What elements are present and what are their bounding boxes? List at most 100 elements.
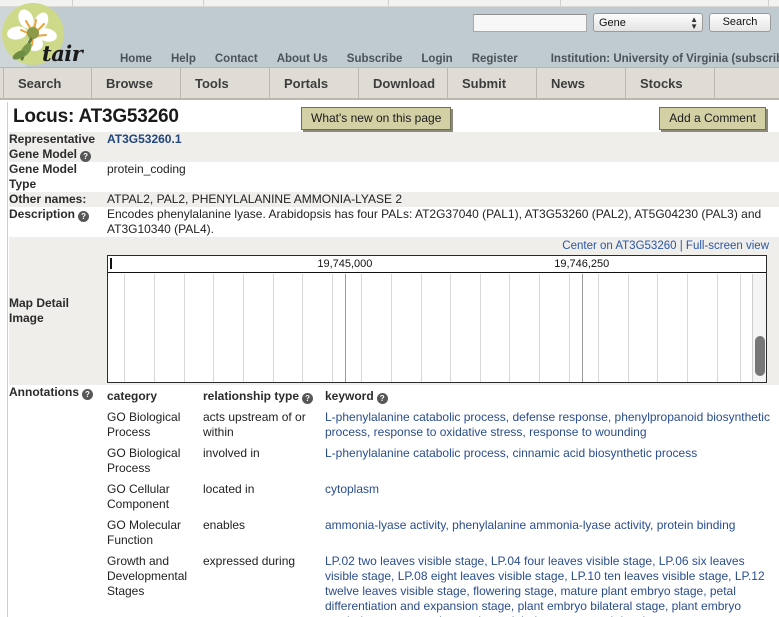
table-row: GO Molecular Function enables ammonia-ly… bbox=[107, 516, 779, 552]
ruler-tick-label: 19,746,250 bbox=[554, 257, 609, 272]
help-icon[interactable]: ? bbox=[377, 393, 388, 404]
search-button[interactable]: Search bbox=[709, 13, 771, 32]
row-other-names: Other names: ATPAL2, PAL2, PHENYLALANINE… bbox=[9, 192, 779, 207]
annotation-category: GO Molecular Function bbox=[107, 516, 203, 552]
nav-link-help[interactable]: Help bbox=[171, 53, 196, 65]
nav-link-subscribe[interactable]: Subscribe bbox=[347, 53, 403, 65]
gene-model-type-label: Gene Model Type bbox=[9, 162, 77, 191]
annotation-keyword[interactable]: L-phenylalanine catabolic process, cinna… bbox=[325, 444, 779, 480]
help-icon[interactable]: ? bbox=[82, 389, 93, 400]
institution-note: Institution: University of Virginia (sub… bbox=[551, 53, 779, 65]
nav-link-home[interactable]: Home bbox=[120, 53, 152, 65]
annotations-table: category relationship type? keyword? GO … bbox=[107, 387, 779, 617]
map-links-row: Center on AT3G53260 | Full-screen view bbox=[107, 237, 779, 255]
logo-wordmark: tair bbox=[42, 41, 82, 66]
other-names-label: Other names: bbox=[9, 192, 86, 206]
map-vertical-scrollbar[interactable] bbox=[752, 274, 766, 382]
annotation-relationship: expressed during bbox=[203, 552, 325, 617]
top-nav: Home Help Contact About Us Subscribe Log… bbox=[120, 53, 779, 65]
annotation-relationship: located in bbox=[203, 480, 325, 516]
gene-model-type-value-cell: protein_coding bbox=[107, 162, 779, 192]
nav-link-register[interactable]: Register bbox=[472, 53, 518, 65]
add-comment-button[interactable]: Add a Comment bbox=[659, 107, 766, 130]
nav-link-login[interactable]: Login bbox=[421, 53, 452, 65]
annotation-category: GO Biological Process bbox=[107, 408, 203, 444]
column-header-keyword-label: keyword bbox=[325, 389, 374, 403]
annotation-keyword[interactable]: L-phenylalanine catabolic process, defen… bbox=[325, 408, 779, 444]
tab-search[interactable]: Search bbox=[3, 68, 92, 99]
page-body: Locus: AT3G53260 What's new on this page… bbox=[0, 102, 779, 617]
annotations-value-cell: category relationship type? keyword? GO … bbox=[107, 385, 779, 617]
chevron-updown-icon: ▲▼ bbox=[690, 16, 698, 30]
table-row: Growth and Developmental Stages expresse… bbox=[107, 552, 779, 617]
tab-stocks[interactable]: Stocks bbox=[626, 68, 715, 99]
annotation-category: GO Biological Process bbox=[107, 444, 203, 480]
description-label: Description bbox=[9, 207, 75, 221]
chrome-seam bbox=[768, 0, 769, 7]
map-links-separator: | bbox=[680, 240, 683, 252]
column-header-relationship: relationship type? bbox=[203, 387, 325, 408]
map-ruler: 19,745,000 19,746,250 bbox=[108, 256, 766, 273]
help-icon[interactable]: ? bbox=[302, 393, 313, 404]
fullscreen-view-link[interactable]: Full-screen view bbox=[686, 240, 769, 252]
locus-info-table: Representative Gene Model? AT3G53260.1 G… bbox=[9, 132, 779, 617]
search-type-selected-value: Gene bbox=[599, 17, 626, 29]
chrome-seam bbox=[203, 0, 204, 7]
row-description: Description? Encodes phenylalanine lyase… bbox=[9, 207, 779, 237]
tab-submit[interactable]: Submit bbox=[448, 68, 537, 99]
column-header-relationship-label: relationship type bbox=[203, 389, 299, 403]
ruler-tick-label: 19,745,000 bbox=[317, 257, 372, 272]
map-detail-value-cell: Center on AT3G53260 | Full-screen view 1… bbox=[107, 237, 779, 385]
annotation-relationship: involved in bbox=[203, 444, 325, 480]
tab-browse[interactable]: Browse bbox=[92, 68, 181, 99]
table-row: GO Cellular Component located in cytopla… bbox=[107, 480, 779, 516]
representative-gene-model-value-cell: AT3G53260.1 bbox=[107, 132, 779, 162]
column-header-keyword: keyword? bbox=[325, 387, 779, 408]
search-input[interactable] bbox=[473, 14, 587, 32]
gene-model-type-value: protein_coding bbox=[107, 162, 186, 176]
gene-model-link[interactable]: AT3G53260.1 bbox=[107, 132, 182, 146]
site-header: tair Gene ▲▼ Search Home Help Contact Ab… bbox=[0, 7, 779, 67]
main-tabbar: Search Browse Tools Portals Download Sub… bbox=[0, 67, 779, 100]
tab-tools[interactable]: Tools bbox=[181, 68, 270, 99]
table-row: GO Biological Process acts upstream of o… bbox=[107, 408, 779, 444]
chrome-seam bbox=[560, 0, 561, 7]
row-representative-gene-model: Representative Gene Model? AT3G53260.1 bbox=[9, 132, 779, 162]
annotation-relationship: enables bbox=[203, 516, 325, 552]
site-search-group: Gene ▲▼ Search bbox=[473, 13, 771, 32]
row-annotations: Annotations? category relationship type?… bbox=[9, 385, 779, 617]
nav-link-contact[interactable]: Contact bbox=[215, 53, 258, 65]
annotation-keyword[interactable]: ammonia-lyase activity, phenylalanine am… bbox=[325, 516, 779, 552]
description-label-cell: Description? bbox=[9, 207, 107, 237]
annotations-header-row: category relationship type? keyword? bbox=[107, 387, 779, 408]
ruler-edge-tick-icon bbox=[110, 258, 112, 269]
annotations-label: Annotations bbox=[9, 385, 79, 399]
column-header-category: category bbox=[107, 387, 203, 408]
tab-portals[interactable]: Portals bbox=[270, 68, 359, 99]
annotation-category: Growth and Developmental Stages bbox=[107, 552, 203, 617]
page-title: Locus: AT3G53260 bbox=[13, 106, 179, 128]
map-gridlines bbox=[108, 274, 766, 382]
chrome-seam bbox=[72, 0, 73, 7]
tab-news[interactable]: News bbox=[537, 68, 626, 99]
help-icon[interactable]: ? bbox=[78, 211, 89, 222]
other-names-value: ATPAL2, PAL2, PHENYLALANINE AMMONIA-LYAS… bbox=[107, 192, 402, 206]
gene-model-type-label-cell: Gene Model Type bbox=[9, 162, 107, 192]
description-value-cell: Encodes phenylalanine lyase. Arabidopsis… bbox=[107, 207, 779, 237]
annotation-keyword[interactable]: cytoplasm bbox=[325, 480, 779, 516]
map-detail-image[interactable]: 19,745,000 19,746,250 bbox=[107, 255, 767, 383]
center-on-locus-link[interactable]: Center on AT3G53260 bbox=[562, 240, 676, 252]
tair-logo[interactable]: tair bbox=[2, 3, 68, 69]
representative-gene-model-label-cell: Representative Gene Model? bbox=[9, 132, 107, 162]
nav-link-about-us[interactable]: About Us bbox=[277, 53, 328, 65]
left-rail bbox=[0, 102, 8, 617]
row-gene-model-type: Gene Model Type protein_coding bbox=[9, 162, 779, 192]
annotation-keyword[interactable]: LP.02 two leaves visible stage, LP.04 fo… bbox=[325, 552, 779, 617]
help-icon[interactable]: ? bbox=[80, 151, 91, 162]
annotation-category: GO Cellular Component bbox=[107, 480, 203, 516]
map-scrollbar-thumb[interactable] bbox=[755, 336, 765, 376]
search-type-select[interactable]: Gene ▲▼ bbox=[593, 13, 703, 32]
whats-new-button[interactable]: What's new on this page bbox=[301, 107, 451, 130]
tab-download[interactable]: Download bbox=[359, 68, 448, 99]
map-detail-label: Map Detail Image bbox=[9, 296, 69, 325]
